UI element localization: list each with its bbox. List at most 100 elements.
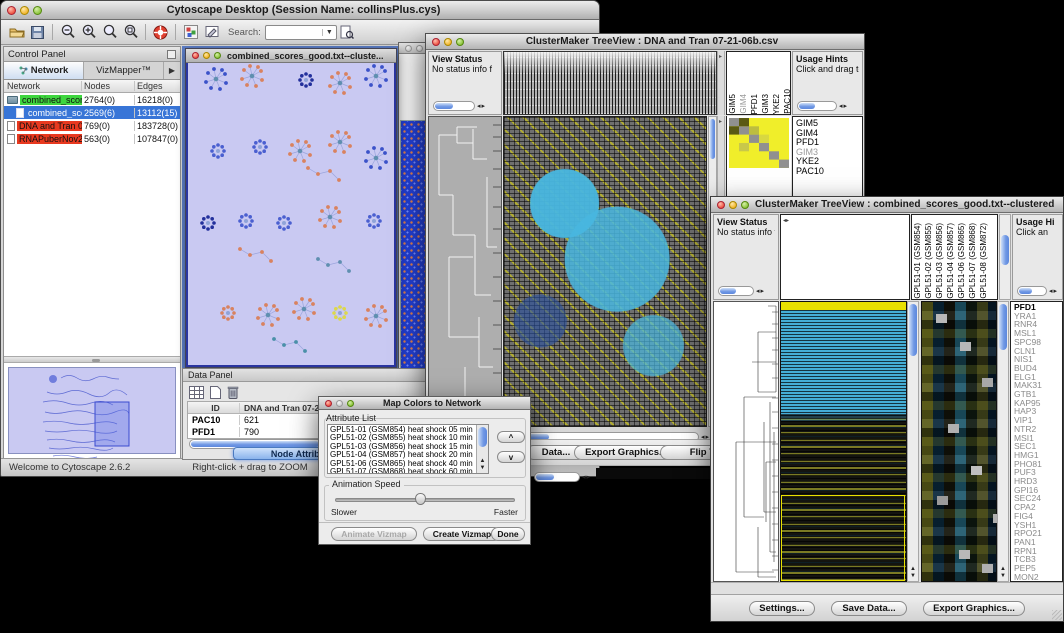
gene-label[interactable]: MON2 xyxy=(1014,573,1062,582)
attribute-list[interactable]: GPL51-01 (GSM854) heat shock 05 minGPL51… xyxy=(327,424,489,474)
view-status-panel: View Status No status info f ◂▸ xyxy=(713,214,779,300)
resize-grip[interactable] xyxy=(1052,610,1062,620)
close-button[interactable] xyxy=(325,400,332,407)
attribute-list-vscrollbar[interactable]: ▲▼ xyxy=(476,425,488,473)
minimize-button[interactable] xyxy=(729,201,737,209)
splitter-handle[interactable] xyxy=(717,51,725,115)
view-status-hscrollbar[interactable]: ◂▸ xyxy=(433,100,486,111)
slower-label: Slower xyxy=(331,507,357,517)
network-row-combined-sco-selected[interactable]: combined_sco 2569(6) 13112(15) xyxy=(4,106,180,119)
control-panel: Control Panel Network VizMapper™ ▶ Netwo… xyxy=(3,46,181,459)
zoom-in-icon[interactable] xyxy=(78,22,99,43)
scroll-arrows-icon[interactable]: ◂▸ xyxy=(477,103,486,110)
overview-viewport-rect[interactable] xyxy=(95,402,129,446)
scroll-arrows-icon[interactable]: ◂▸ xyxy=(839,103,848,110)
treeview2-footer: Settings... Save Data... Export Graphics… xyxy=(711,594,1063,621)
create-vizmap-button[interactable]: Create Vizmap xyxy=(423,527,501,541)
search-input[interactable]: ▼ xyxy=(265,25,337,40)
zoom-button[interactable] xyxy=(741,201,749,209)
treeview2-bottom-strip xyxy=(711,582,1063,594)
network-row-dna-tran[interactable]: DNA and Tran 07 769(0) 183728(0) xyxy=(4,119,180,132)
animate-vizmap-button[interactable]: Animate Vizmap xyxy=(331,527,417,541)
scroll-arrows-icon[interactable]: ◂▸ xyxy=(582,474,591,481)
row-dendrogram[interactable] xyxy=(428,116,502,427)
close-button[interactable] xyxy=(717,201,725,209)
save-data-button[interactable]: Save Data... xyxy=(831,601,907,616)
minimize-button[interactable] xyxy=(203,52,210,59)
zoom-button[interactable] xyxy=(214,52,221,59)
minimize-button[interactable] xyxy=(20,6,29,15)
new-page-icon[interactable] xyxy=(210,386,221,399)
dialog-title: Map Colors to Network xyxy=(360,398,530,408)
network-window-titlebar[interactable]: combined_scores_good.txt--cluste... xyxy=(186,49,396,63)
search-label: Search: xyxy=(228,27,261,38)
column-label: PAC10 xyxy=(782,89,791,114)
row-dendrogram[interactable] xyxy=(713,301,779,582)
splitter-arrows-icon[interactable]: ◂▸ xyxy=(783,217,789,224)
close-button[interactable] xyxy=(192,52,199,59)
dialog-titlebar[interactable]: Map Colors to Network xyxy=(319,397,530,410)
node-attributes-icon[interactable] xyxy=(180,22,201,43)
heatmap-global-view[interactable] xyxy=(780,301,907,582)
network-overview-panel[interactable] xyxy=(8,367,176,454)
zoom-button[interactable] xyxy=(347,400,354,407)
move-down-button[interactable]: v xyxy=(497,451,525,463)
minimize-button[interactable] xyxy=(336,400,343,407)
scroll-arrows-icon[interactable]: ◂▸ xyxy=(1049,288,1058,295)
treeview2-titlebar[interactable]: ClusterMaker TreeView : combined_scores_… xyxy=(711,197,1063,213)
float-panel-icon[interactable] xyxy=(167,50,176,59)
close-button[interactable] xyxy=(405,45,412,52)
column-dendrogram[interactable] xyxy=(503,51,717,115)
scroll-arrows-icon[interactable]: ◂▸ xyxy=(756,288,765,295)
bottom-hscrollbar[interactable]: ◂▸ xyxy=(534,468,591,486)
view-status-hscrollbar[interactable]: ◂▸ xyxy=(718,285,765,296)
usage-hints-hscrollbar[interactable]: ◂▸ xyxy=(797,100,848,111)
tab-network[interactable]: Network xyxy=(4,62,84,79)
labels-vscrollbar[interactable] xyxy=(999,214,1011,300)
close-button[interactable] xyxy=(7,6,16,15)
panel-divider[interactable] xyxy=(4,356,180,363)
usage-hints-panel: Usage Hints Click and drag tc ◂▸ xyxy=(792,51,863,115)
open-session-icon[interactable] xyxy=(6,22,27,43)
attribute-table-icon[interactable] xyxy=(189,386,204,399)
minimize-button[interactable] xyxy=(416,45,423,52)
zoom-selected-icon[interactable] xyxy=(120,22,141,43)
attribute-list-item[interactable]: GPL51-07 (GSM868) heat shock 60 min xyxy=(330,468,475,474)
delete-trash-icon[interactable] xyxy=(227,385,239,399)
heatmap-vscrollbar[interactable]: ▲▼ xyxy=(907,301,919,582)
main-titlebar[interactable]: Cytoscape Desktop (Session Name: collins… xyxy=(1,1,599,20)
selected-cluster-outline xyxy=(781,495,905,581)
annotation-icon[interactable] xyxy=(201,22,222,43)
gene-label[interactable]: PAC10 xyxy=(796,167,862,177)
close-button[interactable] xyxy=(432,38,440,46)
usage-hints-hscrollbar[interactable]: ◂▸ xyxy=(1017,285,1058,296)
zoom-out-icon[interactable] xyxy=(57,22,78,43)
zoom-button[interactable] xyxy=(33,6,42,15)
zoom-button[interactable] xyxy=(456,38,464,46)
done-button[interactable]: Done xyxy=(491,527,525,541)
network-canvas[interactable] xyxy=(186,63,396,367)
scroll-arrows-icon[interactable]: ▲▼ xyxy=(477,458,488,472)
dense-network-cluster[interactable] xyxy=(400,120,426,372)
tab-vizmapper[interactable]: VizMapper™ xyxy=(84,62,164,79)
zoom-fit-icon[interactable] xyxy=(99,22,120,43)
save-session-icon[interactable] xyxy=(27,22,48,43)
scroll-arrows-icon[interactable]: ▲▼ xyxy=(998,566,1008,580)
scroll-arrows-icon[interactable]: ▲▼ xyxy=(908,566,918,580)
export-graphics-button[interactable]: Export Graphics... xyxy=(923,601,1025,616)
heatmap-zoom-view[interactable] xyxy=(921,301,997,582)
minimize-button[interactable] xyxy=(444,38,452,46)
network-row-rnapubernov2[interactable]: RNAPuberNov2+ 563(0) 107847(0) xyxy=(4,132,180,145)
column-dendrogram-area[interactable]: ◂▸ xyxy=(780,214,910,300)
chevron-down-icon[interactable]: ▼ xyxy=(322,29,336,36)
zoomview-vscrollbar[interactable]: ▲▼ xyxy=(997,301,1009,582)
network-row-combined-scores[interactable]: combined_scores 2764(0) 16218(0) xyxy=(4,93,180,106)
treeview1-titlebar[interactable]: ClusterMaker TreeView : DNA and Tran 07-… xyxy=(426,34,864,50)
more-tabs-arrow-icon[interactable]: ▶ xyxy=(164,62,180,79)
network-file-icon xyxy=(16,108,24,118)
search-index-icon[interactable] xyxy=(337,22,358,43)
help-lifebuoy-icon[interactable] xyxy=(150,22,171,43)
heatmap-global-view[interactable] xyxy=(503,116,707,427)
move-up-button[interactable]: ^ xyxy=(497,431,525,443)
settings-button[interactable]: Settings... xyxy=(749,601,815,616)
